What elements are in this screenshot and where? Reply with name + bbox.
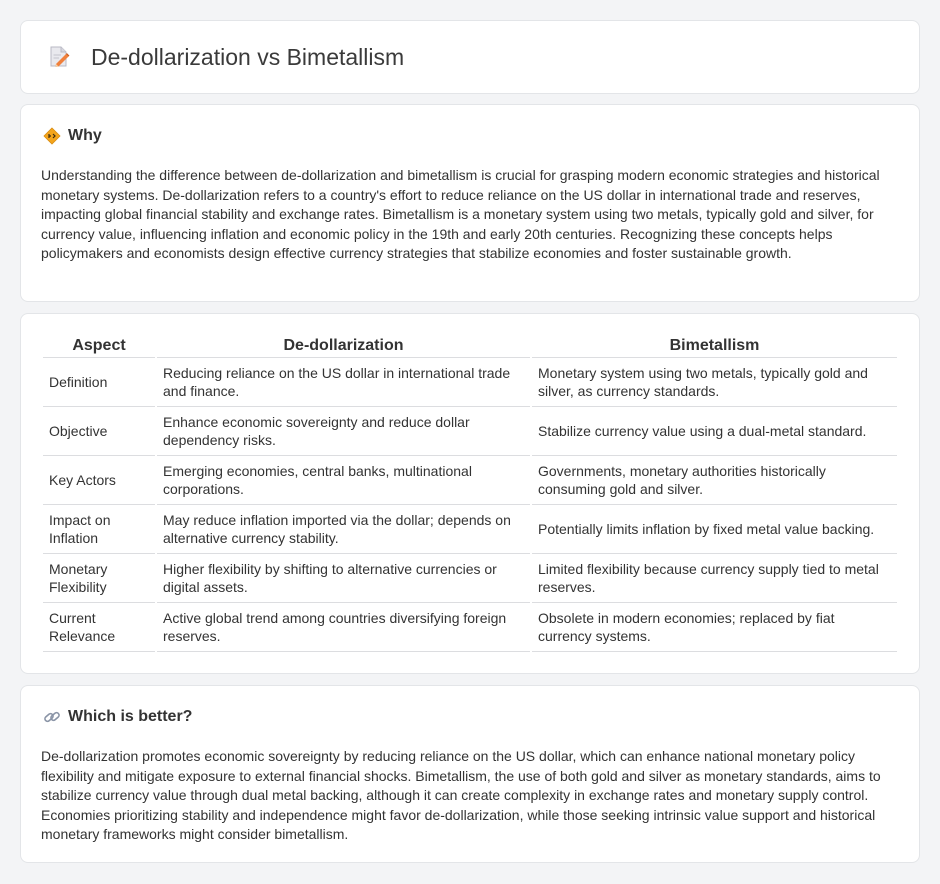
table-row: Monetary Flexibility Higher flexibility … [43, 554, 897, 603]
row-aspect: Definition [43, 358, 155, 407]
row-bimetallism: Potentially limits inflation by fixed me… [532, 505, 897, 554]
why-section: Why Understanding the difference between… [20, 104, 920, 302]
better-text: De-dollarization promotes economic sover… [41, 748, 881, 843]
row-de-dollarization: Active global trend among countries dive… [157, 603, 530, 652]
row-bimetallism: Obsolete in modern economies; replaced b… [532, 603, 897, 652]
why-text: Understanding the difference between de-… [41, 167, 880, 262]
header-card: De-dollarization vs Bimetallism [20, 20, 920, 94]
row-bimetallism: Monetary system using two metals, typica… [532, 358, 897, 407]
link-icon [44, 711, 60, 723]
header-aspect: Aspect [43, 334, 155, 358]
document-pencil-icon [50, 46, 70, 67]
better-heading-label: Which is better? [68, 708, 193, 725]
table-row: Objective Enhance economic sovereignty a… [43, 407, 897, 456]
row-aspect: Key Actors [43, 456, 155, 505]
row-bimetallism: Stabilize currency value using a dual-me… [532, 407, 897, 456]
which-is-better-section: Which is better? De-dollarization promot… [20, 685, 920, 863]
comparison-section: Aspect De-dollarization Bimetallism Defi… [20, 313, 920, 674]
row-aspect: Current Relevance [43, 603, 155, 652]
row-de-dollarization: Enhance economic sovereignty and reduce … [157, 407, 530, 456]
row-bimetallism: Limited flexibility because currency sup… [532, 554, 897, 603]
why-heading: Why [43, 127, 102, 145]
table-row: Impact on Inflation May reduce inflation… [43, 505, 897, 554]
why-heading-label: Why [68, 127, 102, 144]
page-title: De-dollarization vs Bimetallism [91, 43, 405, 70]
better-heading: Which is better? [43, 708, 192, 726]
row-de-dollarization: May reduce inflation imported via the do… [157, 505, 530, 554]
comparison-table: Aspect De-dollarization Bimetallism Defi… [41, 334, 899, 652]
row-de-dollarization: Emerging economies, central banks, multi… [157, 456, 530, 505]
row-de-dollarization: Reducing reliance on the US dollar in in… [157, 358, 530, 407]
table-row: Key Actors Emerging economies, central b… [43, 456, 897, 505]
diamond-sign-icon [43, 127, 61, 145]
header-de-dollarization: De-dollarization [157, 334, 530, 358]
row-aspect: Impact on Inflation [43, 505, 155, 554]
row-bimetallism: Governments, monetary authorities histor… [532, 456, 897, 505]
table-row: Current Relevance Active global trend am… [43, 603, 897, 652]
row-aspect: Objective [43, 407, 155, 456]
row-de-dollarization: Higher flexibility by shifting to altern… [157, 554, 530, 603]
table-header-row: Aspect De-dollarization Bimetallism [43, 334, 897, 358]
table-row: Definition Reducing reliance on the US d… [43, 358, 897, 407]
header-bimetallism: Bimetallism [532, 334, 897, 358]
row-aspect: Monetary Flexibility [43, 554, 155, 603]
